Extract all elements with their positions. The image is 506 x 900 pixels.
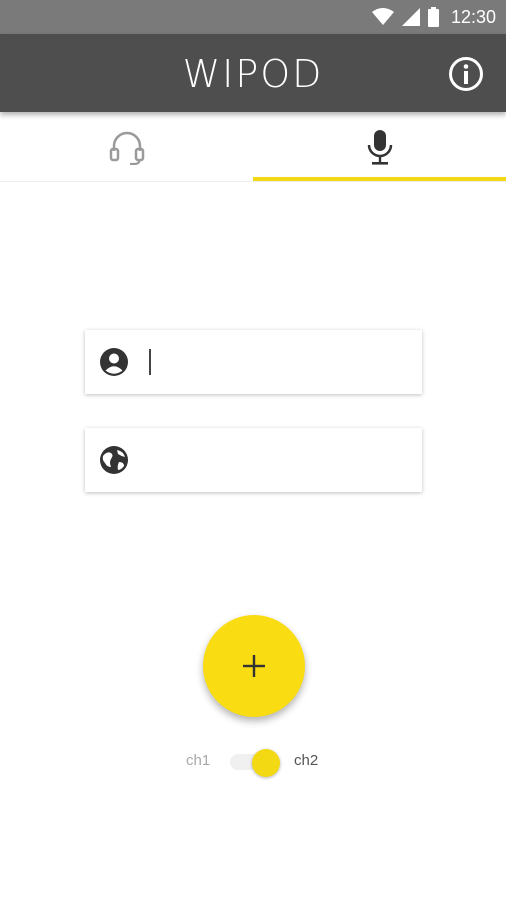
address-input[interactable] xyxy=(143,440,403,480)
globe-icon xyxy=(100,446,128,474)
add-button[interactable] xyxy=(203,615,305,717)
app-bar: WIPOD xyxy=(0,34,506,112)
username-field[interactable] xyxy=(85,330,422,394)
toggle-thumb[interactable] xyxy=(252,749,280,777)
channel-1-label[interactable]: ch1 xyxy=(186,752,210,769)
status-icons: 12:30 xyxy=(371,0,496,34)
plus-icon xyxy=(243,655,265,677)
tab-speak[interactable] xyxy=(253,112,506,181)
microphone-icon xyxy=(367,129,392,165)
username-input[interactable] xyxy=(143,342,403,382)
text-caret xyxy=(149,349,151,375)
wifi-icon xyxy=(371,8,394,25)
info-button[interactable] xyxy=(448,56,484,92)
cell-signal-icon xyxy=(401,8,420,26)
channel-selector: ch1 ch2 xyxy=(0,744,506,778)
tab-listen[interactable] xyxy=(0,112,253,181)
info-icon xyxy=(449,57,483,91)
address-field[interactable] xyxy=(85,428,422,492)
status-bar: 12:30 xyxy=(0,0,506,34)
app-title: WIPOD xyxy=(182,52,324,96)
tab-indicator xyxy=(253,177,506,181)
status-time: 12:30 xyxy=(450,6,496,27)
tab-bar xyxy=(0,112,506,182)
battery-icon xyxy=(427,7,439,27)
headphones-icon xyxy=(109,131,144,165)
channel-toggle[interactable] xyxy=(226,746,282,777)
account-circle-icon xyxy=(100,348,128,376)
channel-2-label[interactable]: ch2 xyxy=(294,752,318,769)
